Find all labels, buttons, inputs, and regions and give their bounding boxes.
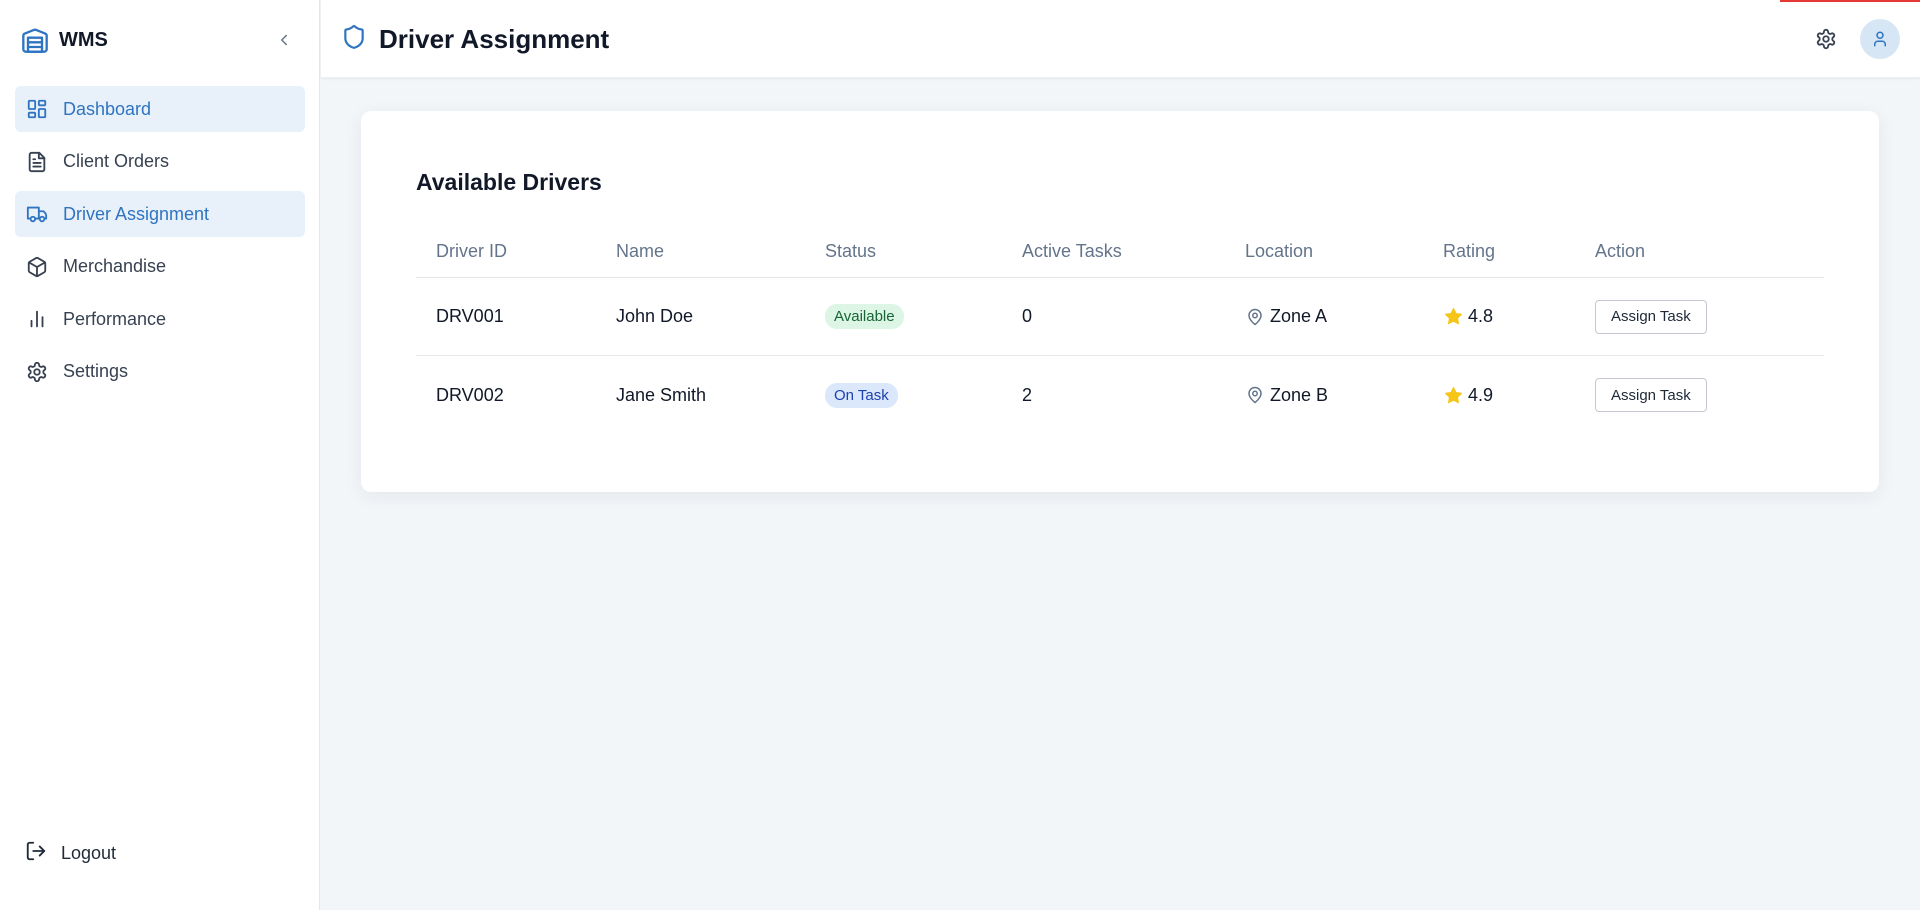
user-icon	[1874, 31, 1886, 47]
driver-name-cell: John Doe	[616, 306, 694, 326]
sidebar-item-label: Driver Assignment	[63, 203, 210, 224]
active-tasks-cell: 2	[1022, 384, 1033, 405]
truck-icon	[25, 202, 49, 226]
chevron-left-icon	[281, 34, 287, 46]
star-icon	[1443, 307, 1463, 327]
sidebar-item-label: Performance	[63, 308, 167, 329]
top-accent-bar	[1780, 0, 1920, 2]
gear-icon	[1816, 28, 1836, 50]
sidebar: WMS Dashboard Client Orders Driver Assig…	[0, 0, 320, 910]
brand: WMS	[20, 24, 108, 56]
sidebar-item-label: Client Orders	[63, 151, 170, 171]
rating-text: 4.8	[1468, 306, 1494, 326]
location-cell: Zone B	[1245, 356, 1328, 434]
rating-cell: 4.9	[1443, 356, 1493, 434]
location-text: Zone A	[1270, 306, 1328, 326]
map-pin-icon	[1245, 385, 1265, 405]
assign-task-button[interactable]: Assign Task	[1595, 378, 1707, 412]
page-title: Driver Assignment	[379, 23, 610, 54]
shield-icon	[341, 23, 367, 56]
table-row: DRV002 Jane Smith On Task 2 Zone B 4.9 A…	[416, 356, 1824, 434]
sidebar-item-client-orders[interactable]: Client Orders	[15, 139, 305, 185]
column-header-action: Action	[1595, 241, 1646, 261]
sidebar-item-driver-assignment[interactable]: Driver Assignment	[15, 191, 305, 237]
sidebar-nav: Dashboard Client Orders Driver Assignmen…	[15, 86, 305, 401]
rating-text: 4.9	[1468, 384, 1494, 405]
warehouse-icon	[20, 25, 50, 55]
bar-chart-icon	[25, 307, 49, 331]
column-header-rating: Rating	[1443, 241, 1496, 261]
column-header-driver-id: Driver ID	[436, 241, 507, 261]
logout-button[interactable]: Logout	[25, 836, 116, 870]
driver-id-cell: DRV001	[436, 306, 504, 326]
column-header-location: Location	[1245, 241, 1314, 261]
brand-name: WMS	[59, 28, 108, 51]
status-cell: Available	[825, 278, 904, 355]
gear-icon	[25, 360, 49, 384]
action-cell: Assign Task	[1595, 278, 1707, 355]
drivers-table: Driver ID Name Status Active Tasks Locat…	[416, 226, 1824, 434]
active-tasks-cell: 0	[1022, 306, 1033, 326]
sidebar-item-settings[interactable]: Settings	[15, 349, 305, 395]
status-cell: On Task	[825, 356, 898, 434]
sidebar-item-label: Dashboard	[63, 98, 152, 119]
location-text: Zone B	[1270, 384, 1329, 405]
location-cell: Zone A	[1245, 278, 1327, 355]
driver-id-cell: DRV002	[436, 384, 504, 405]
box-icon	[25, 255, 49, 279]
table-row: DRV001 John Doe Available 0 Zone A 4.8 A…	[416, 278, 1824, 356]
card-title: Available Drivers	[416, 169, 602, 195]
dashboard-icon	[25, 97, 49, 121]
action-cell: Assign Task	[1595, 356, 1707, 434]
user-avatar-button[interactable]	[1860, 19, 1900, 59]
sidebar-item-merchandise[interactable]: Merchandise	[15, 244, 305, 290]
status-badge: Available	[825, 304, 904, 329]
top-header: Driver Assignment	[321, 0, 1920, 78]
rating-cell: 4.8	[1443, 278, 1493, 355]
column-header-active-tasks: Active Tasks	[1022, 241, 1122, 261]
sidebar-item-label: Merchandise	[63, 256, 167, 276]
logout-icon	[25, 840, 47, 867]
logout-label: Logout	[61, 842, 117, 863]
sidebar-item-performance[interactable]: Performance	[15, 296, 305, 342]
column-header-status: Status	[825, 241, 877, 261]
table-header-row: Driver ID Name Status Active Tasks Locat…	[416, 226, 1824, 278]
available-drivers-card: Available Drivers Driver ID Name Status …	[361, 111, 1879, 492]
sidebar-item-label: Settings	[63, 361, 129, 381]
driver-name-cell: Jane Smith	[616, 384, 707, 405]
map-pin-icon	[1245, 307, 1265, 327]
header-settings-button[interactable]	[1811, 24, 1841, 54]
column-header-name: Name	[616, 241, 665, 261]
status-badge: On Task	[825, 382, 898, 408]
sidebar-item-dashboard[interactable]: Dashboard	[15, 86, 305, 132]
document-icon	[25, 150, 49, 174]
assign-task-button[interactable]: Assign Task	[1595, 299, 1707, 334]
page-title-wrap: Driver Assignment	[341, 20, 609, 58]
star-icon	[1443, 385, 1463, 405]
collapse-sidebar-button[interactable]	[272, 28, 296, 52]
